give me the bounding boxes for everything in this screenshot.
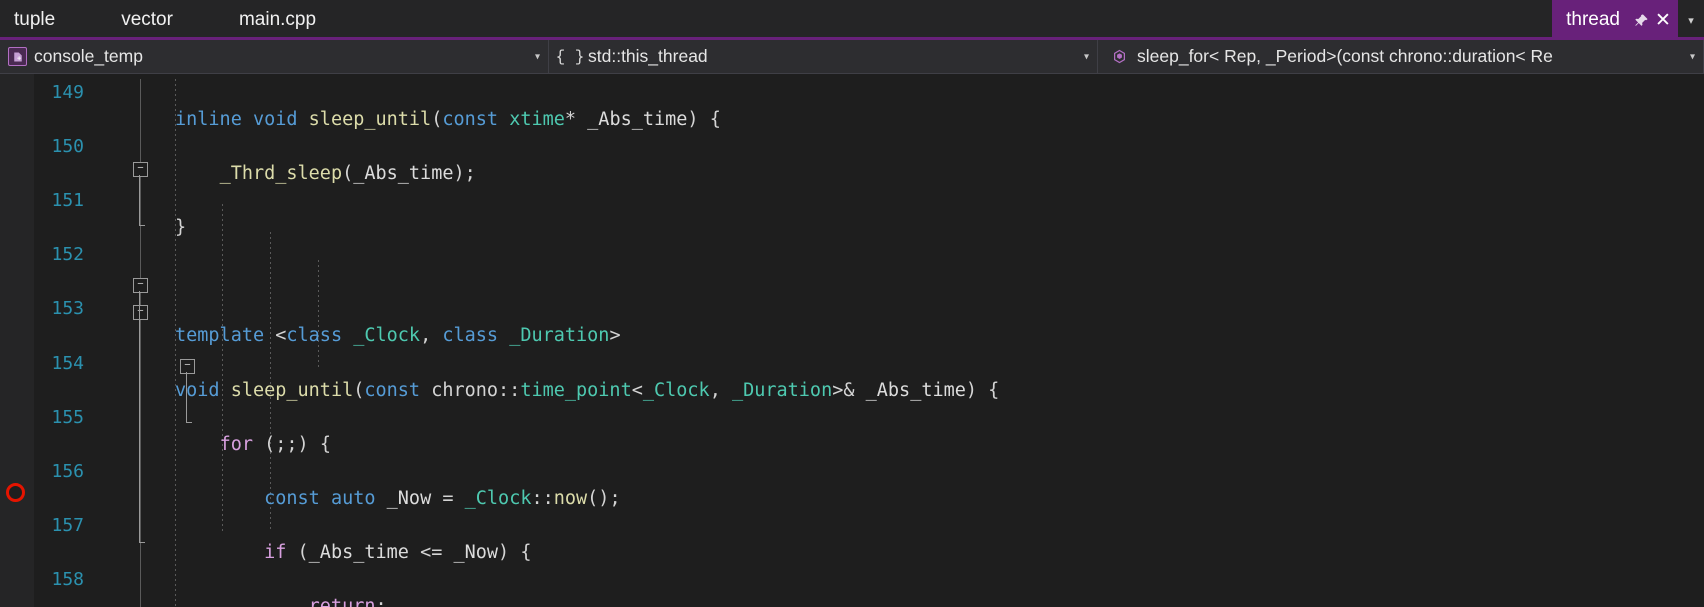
close-icon[interactable]: ✕ bbox=[1652, 7, 1674, 33]
line-number: 154 bbox=[51, 352, 84, 374]
line-number: 149 bbox=[51, 82, 84, 104]
chevron-down-icon[interactable]: ▾ bbox=[535, 51, 540, 62]
project-icon bbox=[8, 47, 27, 66]
code-text: _Thrd_sleep(_Abs_time); bbox=[219, 163, 476, 185]
line-number: 157 bbox=[51, 514, 84, 536]
navbar-member-dropdown[interactable]: sleep_for< Rep, _Period>(const chrono::d… bbox=[1098, 40, 1704, 73]
fold-bracket-end bbox=[186, 422, 192, 423]
namespace-braces-icon: { } bbox=[555, 47, 585, 66]
tab-label: tuple bbox=[14, 9, 56, 30]
code-text: inline void sleep_until(const xtime* _Ab… bbox=[175, 109, 721, 131]
tab-label: vector bbox=[121, 9, 173, 30]
document-tab-main-cpp[interactable]: main.cpp bbox=[197, 0, 340, 40]
code-text: template <class _Clock, class _Duration> bbox=[175, 325, 621, 347]
code-line: 150 inline void sleep_until(const xtime*… bbox=[0, 106, 1704, 157]
code-text: } bbox=[175, 217, 187, 239]
navbar-member-value: sleep_for< Rep, _Period>(const chrono::d… bbox=[1137, 46, 1553, 66]
code-text: if (_Abs_time <= _Now) { bbox=[264, 541, 532, 563]
document-tab-tuple[interactable]: tuple bbox=[0, 0, 79, 40]
navbar-namespace-dropdown[interactable]: { } std::this_thread ▾ bbox=[549, 40, 1098, 73]
code-text: for (;;) { bbox=[219, 433, 331, 455]
code-line: 151 _Thrd_sleep(_Abs_time); bbox=[0, 160, 1704, 211]
navbar-project-value: console_temp bbox=[34, 46, 143, 66]
document-tab-vector[interactable]: vector bbox=[79, 0, 197, 40]
code-text: const auto _Now = _Clock::now(); bbox=[264, 487, 621, 509]
pin-icon[interactable] bbox=[1630, 7, 1652, 33]
navbar-namespace-value: std::this_thread bbox=[588, 46, 708, 66]
code-line: 152 } bbox=[0, 214, 1704, 265]
fold-toggle-line-156[interactable]: − bbox=[133, 305, 148, 320]
fold-toggle-line-158[interactable]: − bbox=[180, 359, 195, 374]
line-number: 153 bbox=[51, 298, 84, 320]
navigation-bar: console_temp ▾ { } std::this_thread ▾ sl… bbox=[0, 40, 1704, 74]
line-number: 156 bbox=[51, 460, 84, 482]
code-line: 154 template <class _Clock, class _Durat… bbox=[0, 322, 1704, 373]
line-number: 150 bbox=[51, 136, 84, 158]
chevron-down-icon[interactable]: ▾ bbox=[1084, 51, 1089, 62]
editor-top-edge bbox=[34, 74, 1704, 79]
visual-studio-editor-window: tuple vector main.cpp thread ✕ ▾ console… bbox=[0, 0, 1704, 607]
code-line: 153 bbox=[0, 268, 1704, 319]
navbar-project-dropdown[interactable]: console_temp ▾ bbox=[0, 40, 549, 73]
document-tab-strip: tuple vector main.cpp thread ✕ ▾ bbox=[0, 0, 1704, 40]
code-line: 156 for (;;) { bbox=[0, 431, 1704, 482]
code-line: 155 void sleep_until(const chrono::time_… bbox=[0, 377, 1704, 428]
chevron-down-icon[interactable]: ▾ bbox=[1690, 51, 1695, 62]
document-tab-thread[interactable]: thread ✕ bbox=[1552, 0, 1678, 40]
code-line: 158 if (_Abs_time <= _Now) { bbox=[0, 539, 1704, 590]
tab-label: thread bbox=[1566, 9, 1620, 30]
code-line: 159 return; bbox=[0, 593, 1704, 607]
line-number: 151 bbox=[51, 190, 84, 212]
tab-label: main.cpp bbox=[238, 9, 317, 30]
code-text: return; bbox=[308, 595, 387, 607]
code-editor-surface[interactable]: 149 − − − − − 150 inline void sleep_unti… bbox=[0, 74, 1704, 607]
tab-overflow-chevron-down-icon[interactable]: ▾ bbox=[1678, 0, 1704, 40]
line-number: 155 bbox=[51, 406, 84, 428]
method-icon bbox=[1108, 46, 1130, 68]
code-line: 157 const auto _Now = _Clock::now(); bbox=[0, 485, 1704, 536]
line-number: 158 bbox=[51, 568, 84, 590]
tab-strip-spacer bbox=[340, 0, 1552, 40]
code-text: void sleep_until(const chrono::time_poin… bbox=[175, 379, 1000, 401]
line-number: 152 bbox=[51, 244, 84, 266]
